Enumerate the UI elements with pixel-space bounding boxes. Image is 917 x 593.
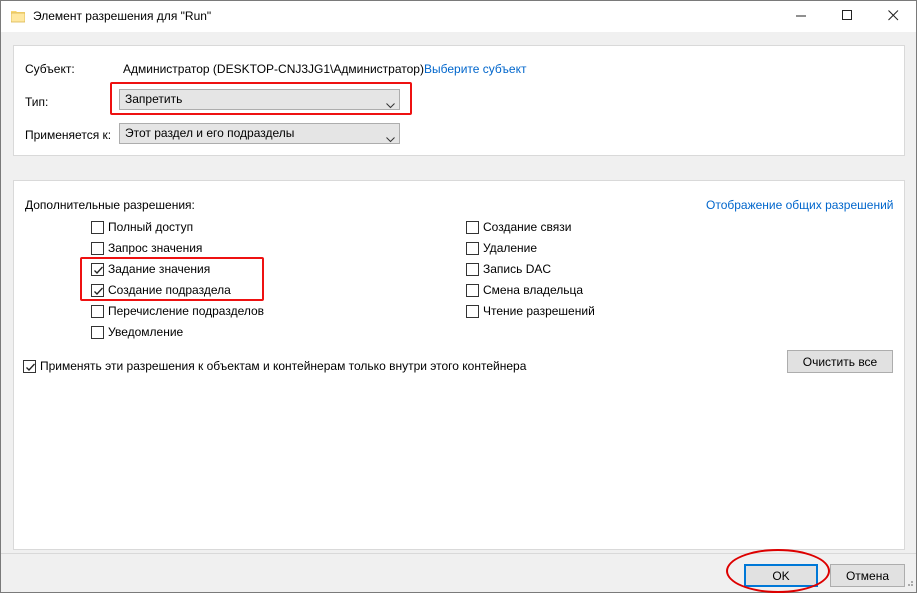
- permission-label: Удаление: [483, 241, 538, 255]
- maximize-icon: [841, 8, 853, 25]
- principal-label: Субъект:: [25, 62, 75, 76]
- checkbox-box[interactable]: [466, 262, 479, 276]
- permission-label: Смена владельца: [483, 283, 584, 297]
- cancel-button[interactable]: Отмена: [830, 564, 905, 587]
- folder-icon: [10, 9, 26, 23]
- maximize-button[interactable]: [824, 1, 870, 32]
- permission-checkbox[interactable]: Полный доступ: [91, 219, 193, 235]
- permission-label: Полный доступ: [108, 220, 194, 234]
- close-icon: [887, 8, 899, 25]
- permission-checkbox[interactable]: Уведомление: [91, 324, 183, 340]
- permission-checkbox[interactable]: Запись DAC: [466, 261, 551, 277]
- permission-checkbox[interactable]: Создание связи: [466, 219, 571, 235]
- permission-checkbox[interactable]: Смена владельца: [466, 282, 583, 298]
- window-title: Элемент разрешения для "Run": [33, 9, 212, 23]
- checkbox-box[interactable]: [91, 325, 104, 339]
- clear-all-button[interactable]: Очистить все: [787, 350, 893, 373]
- type-highlight: [110, 82, 412, 115]
- select-principal-link[interactable]: Выберите субъект: [424, 62, 526, 76]
- title-bar: Элемент разрешения для "Run": [1, 1, 916, 32]
- show-basic-permissions-link[interactable]: Отображение общих разрешений: [706, 198, 893, 212]
- minimize-icon: [795, 8, 807, 25]
- minimize-button[interactable]: [778, 1, 824, 32]
- applies-to-select-value: Этот раздел и его подразделы: [125, 126, 295, 140]
- checkbox-box[interactable]: [91, 220, 104, 234]
- ok-highlight: [726, 549, 830, 593]
- principal-value: Администратор (DESKTOP-CNJ3JG1\Администр…: [123, 62, 424, 76]
- checkbox-box[interactable]: [91, 241, 104, 255]
- permission-label: Уведомление: [108, 325, 184, 339]
- permission-label: Запрос значения: [108, 241, 203, 255]
- chevron-down-icon: [386, 130, 395, 143]
- permission-label: Перечисление подразделов: [108, 304, 265, 318]
- permission-label: Запись DAC: [483, 262, 552, 276]
- resize-grip-icon[interactable]: [904, 576, 914, 590]
- applies-to-select[interactable]: Этот раздел и его подразделы: [119, 123, 400, 144]
- permission-checkbox[interactable]: Запрос значения: [91, 240, 202, 256]
- checkbox-box[interactable]: [466, 220, 479, 234]
- checkbox-box[interactable]: [23, 359, 36, 373]
- checkbox-box[interactable]: [466, 283, 479, 297]
- permission-checkbox[interactable]: Удаление: [466, 240, 537, 256]
- type-label: Тип:: [25, 95, 49, 109]
- permission-label: Чтение разрешений: [483, 304, 595, 318]
- checkbox-box[interactable]: [466, 241, 479, 255]
- checkbox-box[interactable]: [466, 304, 479, 318]
- permissions-heading: Дополнительные разрешения:: [25, 198, 195, 212]
- applies-to-label: Применяется к:: [25, 128, 112, 142]
- close-button[interactable]: [870, 1, 916, 32]
- apply-inside-container-checkbox[interactable]: Применять эти разрешения к объектам и ко…: [23, 358, 526, 374]
- permission-entry-dialog: Элемент разрешения для "Run" Субъект: Ад…: [0, 0, 917, 593]
- permissions-highlight: [80, 257, 264, 301]
- apply-inside-container-label: Применять эти разрешения к объектам и ко…: [40, 359, 527, 373]
- permission-checkbox[interactable]: Чтение разрешений: [466, 303, 595, 319]
- permission-checkbox[interactable]: Перечисление подразделов: [91, 303, 264, 319]
- permissions-panel: Дополнительные разрешения: Отображение о…: [13, 180, 905, 550]
- permission-label: Создание связи: [483, 220, 572, 234]
- checkbox-box[interactable]: [91, 304, 104, 318]
